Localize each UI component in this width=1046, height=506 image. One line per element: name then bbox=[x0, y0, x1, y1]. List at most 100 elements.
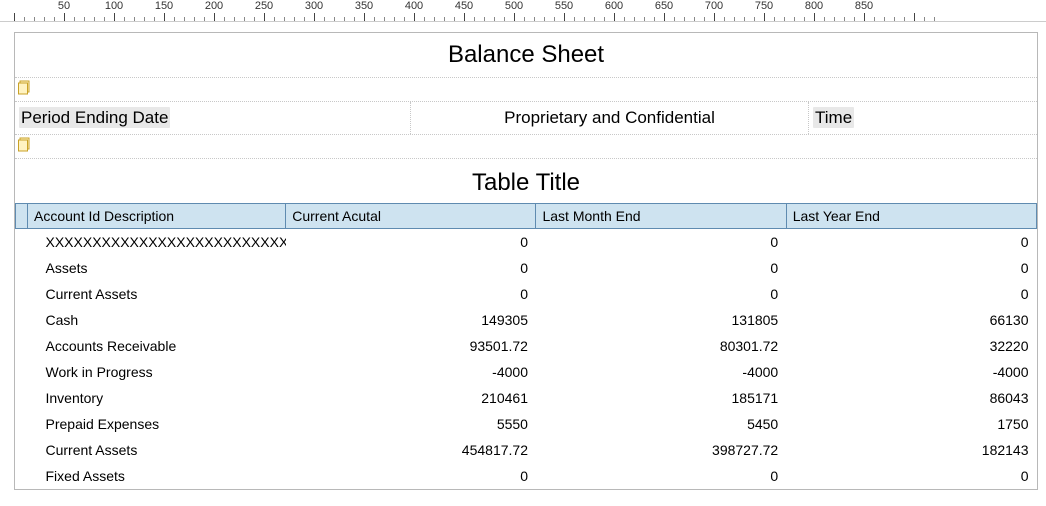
cell-last-year[interactable]: 32220 bbox=[786, 333, 1036, 359]
ruler-tick-minor bbox=[104, 17, 105, 21]
row-selector-cell[interactable] bbox=[16, 229, 28, 256]
col-header-current[interactable]: Current Acutal bbox=[286, 204, 536, 229]
page-group-icon[interactable] bbox=[17, 80, 33, 96]
ruler-label: 400 bbox=[405, 0, 423, 12]
cell-description[interactable]: Cash bbox=[28, 307, 286, 333]
ruler-label: 800 bbox=[805, 0, 823, 12]
cell-description[interactable]: Current Assets bbox=[28, 437, 286, 463]
cell-last-year[interactable]: 1750 bbox=[786, 411, 1036, 437]
ruler-tick-minor bbox=[644, 17, 645, 21]
horizontal-ruler[interactable]: 5010015020025030035040045050055060065070… bbox=[0, 0, 1046, 22]
ruler-tick-major bbox=[714, 13, 715, 21]
cell-current[interactable]: 0 bbox=[286, 281, 536, 307]
ruler-tick-minor bbox=[784, 17, 785, 21]
table-row[interactable]: Work in Progress-4000-4000-4000 bbox=[16, 359, 1037, 385]
cell-last-year[interactable]: 0 bbox=[786, 463, 1036, 489]
table-row[interactable]: XXXXXXXXXXXXXXXXXXXXXXXXXXXXXXX000 bbox=[16, 229, 1037, 256]
table-row[interactable]: Accounts Receivable93501.7280301.7232220 bbox=[16, 333, 1037, 359]
cell-last-month[interactable]: 0 bbox=[536, 281, 786, 307]
cell-current[interactable]: 149305 bbox=[286, 307, 536, 333]
ruler-tick-minor bbox=[234, 17, 235, 21]
row-selector-cell[interactable] bbox=[16, 333, 28, 359]
table-row[interactable]: Prepaid Expenses555054501750 bbox=[16, 411, 1037, 437]
cell-last-year[interactable]: 86043 bbox=[786, 385, 1036, 411]
ruler-tick-minor bbox=[694, 17, 695, 21]
cell-last-year[interactable]: 182143 bbox=[786, 437, 1036, 463]
ruler-tick-minor bbox=[544, 17, 545, 21]
cell-description[interactable]: Prepaid Expenses bbox=[28, 411, 286, 437]
row-selector-cell[interactable] bbox=[16, 359, 28, 385]
page-group-icon[interactable] bbox=[17, 137, 33, 153]
cell-last-year[interactable]: 0 bbox=[786, 229, 1036, 256]
cell-current[interactable]: 454817.72 bbox=[286, 437, 536, 463]
cell-description[interactable]: Current Assets bbox=[28, 281, 286, 307]
cell-last-month[interactable]: 80301.72 bbox=[536, 333, 786, 359]
ruler-tick-major bbox=[264, 13, 265, 21]
cell-current[interactable]: 0 bbox=[286, 255, 536, 281]
cell-current[interactable]: -4000 bbox=[286, 359, 536, 385]
ruler-tick-major bbox=[564, 13, 565, 21]
cell-current[interactable]: 0 bbox=[286, 463, 536, 489]
table-row[interactable]: Fixed Assets000 bbox=[16, 463, 1037, 489]
row-selector-cell[interactable] bbox=[16, 255, 28, 281]
table-row[interactable]: Inventory21046118517186043 bbox=[16, 385, 1037, 411]
table-row[interactable]: Assets000 bbox=[16, 255, 1037, 281]
table-title[interactable]: Table Title bbox=[15, 159, 1037, 203]
table-row[interactable]: Current Assets454817.72398727.72182143 bbox=[16, 437, 1037, 463]
cell-description[interactable]: Assets bbox=[28, 255, 286, 281]
col-header-last-year[interactable]: Last Year End bbox=[786, 204, 1036, 229]
ruler-tick-minor bbox=[144, 17, 145, 21]
confidential-label[interactable]: Proprietary and Confidential bbox=[411, 102, 809, 134]
table-row[interactable]: Cash14930513180566130 bbox=[16, 307, 1037, 333]
row-selector-cell[interactable] bbox=[16, 281, 28, 307]
cell-last-month[interactable]: 0 bbox=[536, 229, 786, 256]
ruler-tick-minor bbox=[684, 17, 685, 21]
cell-current[interactable]: 93501.72 bbox=[286, 333, 536, 359]
ruler-tick-minor bbox=[474, 17, 475, 21]
row-selector-cell[interactable] bbox=[16, 463, 28, 489]
cell-last-year[interactable]: 66130 bbox=[786, 307, 1036, 333]
ruler-tick-major bbox=[364, 13, 365, 21]
col-header-description[interactable]: Account Id Description bbox=[28, 204, 286, 229]
row-selector-cell[interactable] bbox=[16, 411, 28, 437]
cell-last-month[interactable]: -4000 bbox=[536, 359, 786, 385]
ruler-tick-minor bbox=[824, 17, 825, 21]
ruler-tick-minor bbox=[504, 17, 505, 21]
cell-current[interactable]: 0 bbox=[286, 229, 536, 256]
cell-description[interactable]: Work in Progress bbox=[28, 359, 286, 385]
ruler-tick-minor bbox=[384, 17, 385, 21]
row-selector-header[interactable] bbox=[16, 204, 28, 229]
cell-last-month[interactable]: 131805 bbox=[536, 307, 786, 333]
report-title[interactable]: Balance Sheet bbox=[15, 33, 1037, 78]
row-selector-cell[interactable] bbox=[16, 437, 28, 463]
cell-description[interactable]: Inventory bbox=[28, 385, 286, 411]
table-row[interactable]: Current Assets000 bbox=[16, 281, 1037, 307]
cell-last-year[interactable]: 0 bbox=[786, 255, 1036, 281]
cell-last-year[interactable]: 0 bbox=[786, 281, 1036, 307]
cell-description[interactable]: Fixed Assets bbox=[28, 463, 286, 489]
cell-current[interactable]: 210461 bbox=[286, 385, 536, 411]
ruler-tick-major bbox=[514, 13, 515, 21]
cell-last-month[interactable]: 5450 bbox=[536, 411, 786, 437]
period-ending-field[interactable]: Period Ending Date bbox=[15, 102, 411, 134]
ruler-label: 600 bbox=[605, 0, 623, 12]
cell-description[interactable]: Accounts Receivable bbox=[28, 333, 286, 359]
col-header-last-month[interactable]: Last Month End bbox=[536, 204, 786, 229]
cell-last-month[interactable]: 398727.72 bbox=[536, 437, 786, 463]
cell-last-month[interactable]: 0 bbox=[536, 463, 786, 489]
cell-description[interactable]: XXXXXXXXXXXXXXXXXXXXXXXXXXXXXXX bbox=[28, 229, 286, 256]
ruler-tick-minor bbox=[834, 17, 835, 21]
balance-sheet-table: Account Id Description Current Acutal La… bbox=[15, 203, 1037, 489]
cell-last-month[interactable]: 185171 bbox=[536, 385, 786, 411]
time-field[interactable]: Time bbox=[809, 102, 1037, 134]
report-body: Balance Sheet Period Ending Date Proprie… bbox=[14, 32, 1038, 490]
cell-current[interactable]: 5550 bbox=[286, 411, 536, 437]
cell-last-year[interactable]: -4000 bbox=[786, 359, 1036, 385]
table-header-row: Account Id Description Current Acutal La… bbox=[16, 204, 1037, 229]
ruler-tick-minor bbox=[704, 17, 705, 21]
cell-last-month[interactable]: 0 bbox=[536, 255, 786, 281]
ruler-tick-major bbox=[114, 13, 115, 21]
row-selector-cell[interactable] bbox=[16, 385, 28, 411]
row-selector-cell[interactable] bbox=[16, 307, 28, 333]
time-label: Time bbox=[813, 107, 854, 128]
